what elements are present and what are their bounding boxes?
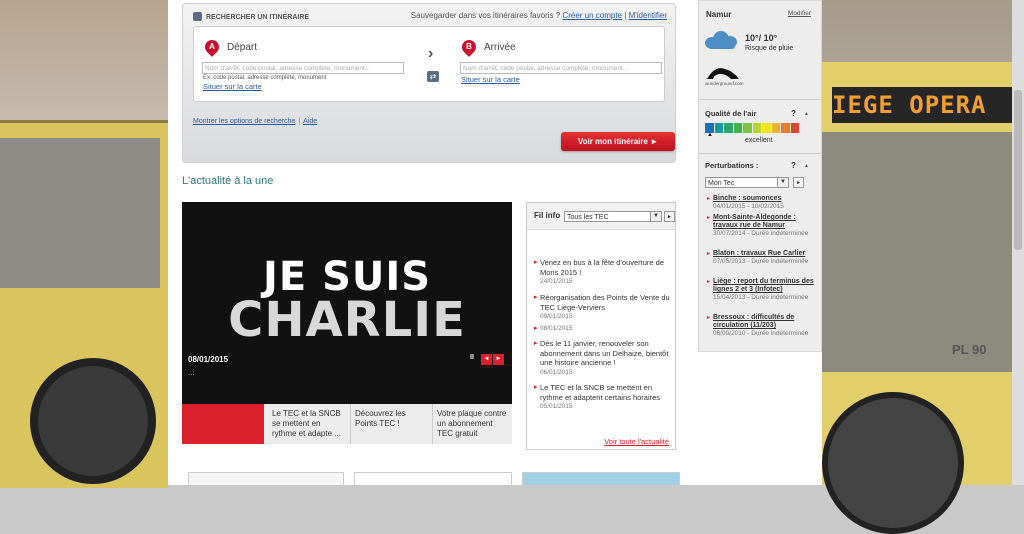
- scale-step: [714, 123, 723, 133]
- disruptions-select[interactable]: Mon Tec ▼: [705, 177, 789, 188]
- air-quality-title: Qualité de l'air: [705, 109, 757, 118]
- arrival-label: Arrivée: [484, 42, 516, 53]
- filter-go-button[interactable]: ►: [664, 211, 675, 222]
- prev-slide-button[interactable]: ◄: [481, 354, 492, 365]
- promo-box-1[interactable]: [188, 472, 344, 485]
- departure-input[interactable]: Nom d'arrêt, code postal, adresse complè…: [202, 62, 404, 74]
- hero-slider[interactable]: JE SUIS CHARLIE 08/01/2015 ... II ◄ ►: [182, 202, 512, 404]
- search-options-link[interactable]: Montrer les options de recherche: [193, 118, 295, 125]
- route-planner: RECHERCHER UN ITINÉRAIRE Sauvegarder dan…: [182, 3, 676, 163]
- temperature: 10°/ 10°: [745, 33, 778, 43]
- slider-tab-1[interactable]: [182, 404, 264, 444]
- scale-step: [743, 123, 752, 133]
- disruption-item[interactable]: Liège : report du terminus des lignes 2 …: [707, 278, 817, 302]
- news-item[interactable]: Réorganisation des Points de Vente du TE…: [534, 293, 670, 322]
- air-quality-scale: [705, 123, 800, 133]
- section-title: L'actualité à la une: [182, 175, 274, 187]
- bus-led-sign: IEGE OPERA: [832, 87, 1017, 123]
- departure-hint: Ex: code postal, adresse complète, monum…: [203, 75, 327, 81]
- pause-icon[interactable]: II: [470, 354, 474, 361]
- news-item[interactable]: Venez en bus à la fête d'ouverture de Mo…: [534, 258, 670, 287]
- disruptions-go-button[interactable]: ►: [793, 177, 804, 188]
- chevron-down-icon: ▼: [650, 212, 661, 221]
- help-link[interactable]: Aide: [303, 118, 317, 125]
- air-marker-icon: ▲: [707, 132, 713, 138]
- slider-tab-3[interactable]: Découvrez les Points TEC !: [350, 404, 430, 444]
- departure-map-link[interactable]: Situer sur la carte: [203, 82, 262, 91]
- arrival-input[interactable]: Nom d'arrêt, code postal, adresse complè…: [460, 62, 662, 74]
- scale-step: [752, 123, 761, 133]
- scale-step: [762, 123, 771, 133]
- collapse-icon[interactable]: ▲: [804, 163, 809, 169]
- end-pin-icon: B: [459, 37, 479, 57]
- news-feed: Fil info Tous les TEC ▼ ► Venez en bus à…: [526, 202, 676, 450]
- news-feed-header: Fil info Tous les TEC ▼ ►: [527, 203, 675, 230]
- sidebar: Namur Modifier 10°/ 10° Risque de pluie …: [698, 0, 822, 352]
- weather-city: Namur: [706, 10, 732, 19]
- swap-icon[interactable]: ⇄: [427, 71, 439, 82]
- scale-step: [733, 123, 742, 133]
- hero-line2: CHARLIE: [228, 292, 466, 348]
- weather-provider: wunderground.com: [705, 81, 744, 86]
- disruption-item[interactable]: Bressoux : difficultés de circulation (1…: [707, 314, 817, 338]
- disruptions-help-icon[interactable]: ?: [791, 161, 796, 170]
- modify-city-link[interactable]: Modifier: [788, 10, 811, 17]
- route-form: A Départ Nom d'arrêt, code postal, adres…: [193, 26, 665, 102]
- bus-image-left: [0, 120, 168, 488]
- planner-links: Montrer les options de recherche | Aide: [193, 118, 318, 125]
- hero-date: 08/01/2015: [188, 355, 229, 364]
- scrollbar-thumb[interactable]: [1014, 90, 1022, 250]
- bus-icon: [193, 12, 202, 21]
- air-help-icon[interactable]: ?: [791, 109, 796, 118]
- news-item[interactable]: Le TEC et la SNCB se mettent en rythme e…: [534, 383, 670, 412]
- bus-number: PL 90: [952, 342, 987, 357]
- slider-tab-4[interactable]: Votre plaque contre un abonnement TEC gr…: [432, 404, 512, 444]
- news-item[interactable]: Dès le 11 janvier, renouveler son abonne…: [534, 339, 670, 377]
- create-account-link[interactable]: Créer un compte: [562, 11, 622, 20]
- news-item[interactable]: 08/01/2015: [534, 324, 670, 334]
- start-pin-icon: A: [202, 37, 222, 57]
- scale-step: [724, 123, 733, 133]
- news-feed-label: Fil info: [534, 211, 561, 220]
- scale-step: [781, 123, 790, 133]
- bus-image-right: IEGE OPERA PL 90: [822, 62, 1024, 534]
- favorites-prompt: Sauvegarder dans vos itinéraires favoris…: [410, 11, 667, 20]
- departure-label: Départ: [227, 42, 258, 53]
- rain-cloud-icon: [705, 31, 737, 53]
- planner-title: RECHERCHER UN ITINÉRAIRE: [193, 12, 309, 21]
- disruption-item[interactable]: Mont-Sainte-Aldegonde : travaux rue de N…: [707, 214, 817, 238]
- page-scrollbar[interactable]: [1012, 0, 1024, 485]
- view-itinerary-button[interactable]: Voir mon itinéraire ►: [561, 132, 675, 151]
- page-content: RECHERCHER UN ITINÉRAIRE Sauvegarder dan…: [168, 0, 822, 485]
- weather-description: Risque de pluie: [745, 45, 794, 52]
- disruption-item[interactable]: Binche : soumonces04/01/2015 - 10/02/201…: [707, 195, 817, 211]
- collapse-icon[interactable]: ▲: [804, 111, 809, 117]
- slider-tabs: Le TEC et la SNCB se mettent en rythme e…: [182, 404, 512, 444]
- scale-step: [771, 123, 780, 133]
- next-slide-button[interactable]: ►: [493, 354, 504, 365]
- air-quality-level: excellent: [745, 137, 773, 144]
- all-news-link[interactable]: Voir toute l'actualité: [604, 437, 669, 446]
- disruption-item[interactable]: Blaton : travaux Rue Carlier07/05/2013 -…: [707, 250, 817, 266]
- hero-caption: ...: [188, 368, 195, 377]
- arrival-map-link[interactable]: Situer sur la carte: [461, 75, 520, 84]
- chevron-down-icon: ▼: [777, 178, 788, 187]
- login-link[interactable]: M'identifier: [629, 11, 667, 20]
- promo-box-2[interactable]: [354, 472, 512, 485]
- scale-step: [790, 123, 799, 133]
- disruptions-title: Perturbations :: [705, 161, 759, 170]
- promo-box-3[interactable]: [522, 472, 680, 485]
- slider-tab-2[interactable]: Le TEC et la SNCB se mettent en rythme e…: [268, 404, 348, 444]
- arrow-right-icon: ›: [428, 45, 434, 62]
- network-select[interactable]: Tous les TEC ▼: [564, 211, 662, 222]
